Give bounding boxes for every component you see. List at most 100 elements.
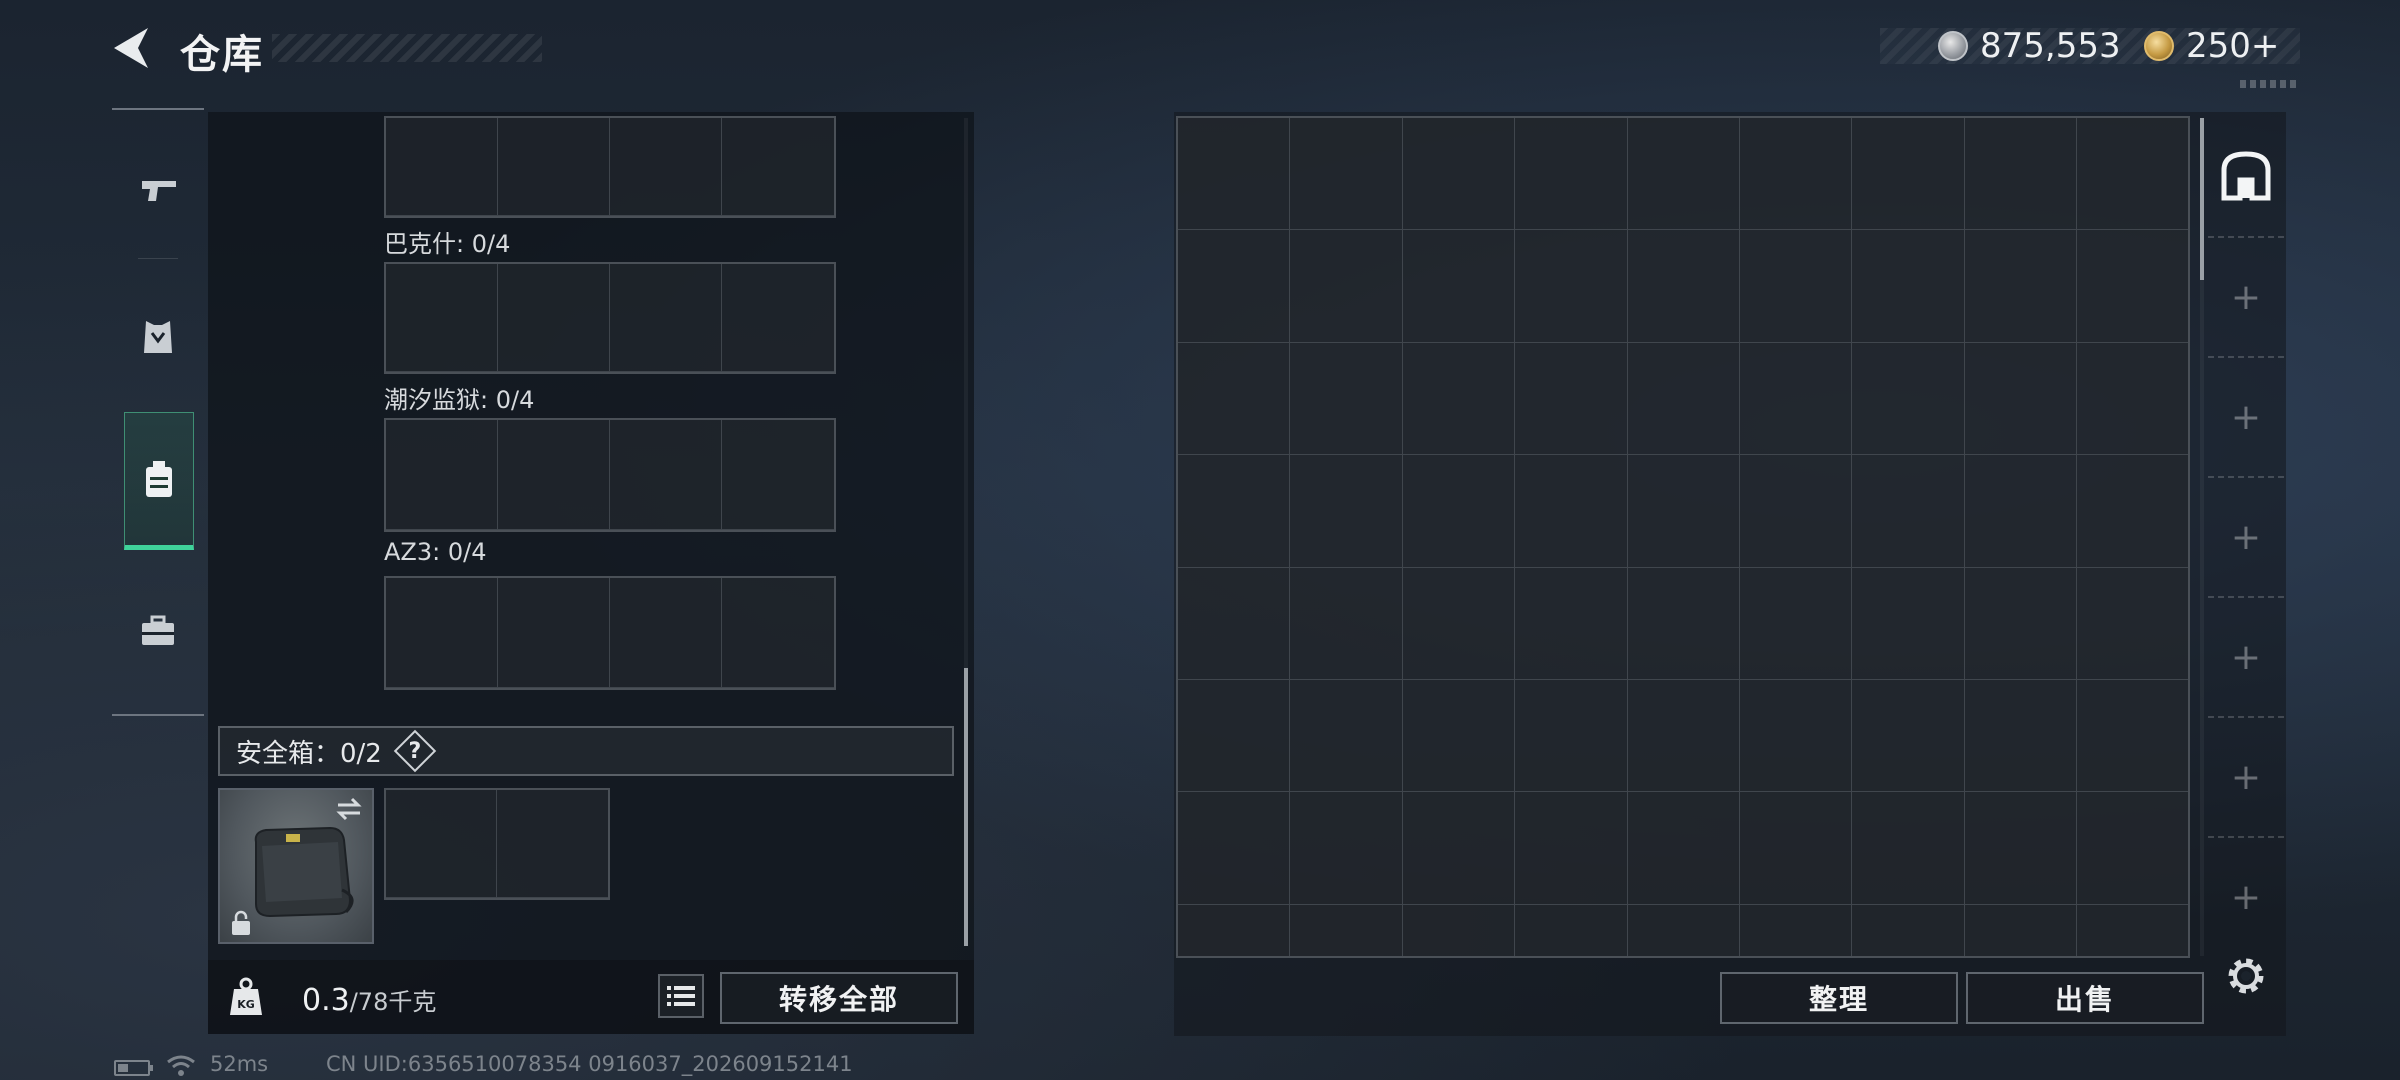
- storage-cell[interactable]: [1852, 904, 1965, 956]
- storage-cell[interactable]: [1515, 679, 1628, 793]
- storage-cell[interactable]: [1290, 792, 1403, 905]
- storage-cell[interactable]: [1628, 904, 1740, 956]
- storage-cell[interactable]: [1402, 230, 1516, 343]
- storage-cell[interactable]: [1178, 455, 1291, 568]
- tab-toolbox[interactable]: [112, 566, 204, 696]
- storage-cell[interactable]: [1852, 792, 1965, 905]
- storage-cell[interactable]: [1964, 230, 2078, 343]
- storage-cell[interactable]: [1515, 118, 1628, 231]
- storage-cell[interactable]: [1403, 904, 1516, 956]
- storage-cell[interactable]: [1739, 455, 1853, 568]
- storage-cell[interactable]: [1178, 679, 1291, 793]
- storage-cell[interactable]: [1964, 342, 2078, 456]
- storage-cell[interactable]: [1964, 118, 2078, 231]
- container-grid[interactable]: [384, 418, 836, 532]
- storage-cell[interactable]: [2077, 343, 2188, 456]
- help-button[interactable]: ?: [393, 729, 437, 773]
- storage-cell[interactable]: [1290, 455, 1403, 568]
- storage-cell[interactable]: [1739, 342, 1853, 456]
- transfer-all-button[interactable]: 转移全部: [720, 972, 958, 1024]
- list-view-button[interactable]: [658, 974, 704, 1018]
- add-storage-page[interactable]: +: [2208, 236, 2284, 356]
- storage-cell[interactable]: [1515, 230, 1628, 343]
- storage-cell[interactable]: [2077, 905, 2188, 956]
- storage-cell[interactable]: [1290, 342, 1403, 456]
- storage-cell[interactable]: [1964, 679, 2078, 793]
- storage-cell[interactable]: [1627, 230, 1740, 343]
- storage-cell[interactable]: [1402, 679, 1516, 793]
- storage-cell[interactable]: [1627, 567, 1740, 680]
- sell-button[interactable]: 出售: [1966, 972, 2204, 1024]
- storage-cell[interactable]: [1627, 118, 1740, 231]
- storage-cell[interactable]: [2077, 792, 2188, 905]
- storage-cell[interactable]: [1739, 230, 1853, 343]
- storage-cell[interactable]: [1964, 455, 2078, 568]
- tab-armor[interactable]: [112, 272, 204, 402]
- storage-cell[interactable]: [1852, 230, 1965, 343]
- storage-cell[interactable]: [2077, 680, 2188, 793]
- storage-cell[interactable]: [1852, 118, 1965, 231]
- organize-button[interactable]: 整理: [1720, 972, 1958, 1024]
- add-storage-page[interactable]: +: [2208, 356, 2284, 476]
- storage-cell[interactable]: [1964, 567, 2078, 680]
- storage-cell[interactable]: [1739, 567, 1853, 680]
- add-storage-page[interactable]: +: [2208, 836, 2284, 956]
- storage-cell[interactable]: [1515, 567, 1628, 680]
- storage-cell[interactable]: [1402, 792, 1516, 905]
- storage-cell[interactable]: [1739, 792, 1853, 905]
- storage-cell[interactable]: [1515, 792, 1628, 905]
- storage-cell[interactable]: [1515, 342, 1628, 456]
- storage-cell[interactable]: [1852, 342, 1965, 456]
- safe-case-item[interactable]: [218, 788, 374, 944]
- storage-cell[interactable]: [1402, 455, 1516, 568]
- storage-cell[interactable]: [1178, 230, 1291, 343]
- storage-cell[interactable]: [1627, 455, 1740, 568]
- storage-cell[interactable]: [1964, 792, 2078, 905]
- container-grid[interactable]: [384, 576, 836, 690]
- storage-cell[interactable]: [2077, 568, 2188, 680]
- back-arrow-icon[interactable]: [108, 24, 152, 72]
- storage-scroll-thumb[interactable]: [2200, 118, 2204, 280]
- storage-cell[interactable]: [1739, 118, 1853, 231]
- storage-cell[interactable]: [1290, 679, 1403, 793]
- storage-cell[interactable]: [1178, 792, 1291, 905]
- storage-cell[interactable]: [1402, 567, 1516, 680]
- tab-weapons[interactable]: [112, 124, 204, 254]
- add-storage-page[interactable]: +: [2208, 596, 2284, 716]
- storage-cell[interactable]: [2077, 230, 2188, 343]
- storage-cell[interactable]: [1290, 567, 1403, 680]
- container-grid[interactable]: [384, 262, 836, 374]
- storage-page-main[interactable]: [2208, 116, 2284, 236]
- storage-cell[interactable]: [1402, 342, 1516, 456]
- storage-cell[interactable]: [1290, 118, 1403, 231]
- storage-cell[interactable]: [1515, 904, 1628, 956]
- container-grid[interactable]: [384, 116, 836, 218]
- storage-cell[interactable]: [1178, 904, 1291, 956]
- gold-currency[interactable]: 250+: [2144, 26, 2279, 66]
- storage-cell[interactable]: [1627, 679, 1740, 793]
- storage-cell[interactable]: [1740, 904, 1853, 956]
- storage-cell[interactable]: [1290, 230, 1403, 343]
- storage-cell[interactable]: [1852, 679, 1965, 793]
- left-scroll-thumb[interactable]: [964, 668, 968, 946]
- storage-cell[interactable]: [1965, 904, 2078, 956]
- storage-cell[interactable]: [1627, 792, 1740, 905]
- storage-cell[interactable]: [1178, 342, 1291, 456]
- tab-backpack[interactable]: [124, 412, 194, 550]
- add-storage-page[interactable]: +: [2208, 716, 2284, 836]
- storage-cell[interactable]: [1178, 567, 1291, 680]
- storage-cell[interactable]: [1290, 904, 1403, 956]
- storage-cell[interactable]: [1178, 118, 1291, 231]
- storage-cell[interactable]: [2077, 455, 2188, 568]
- gear-icon[interactable]: [2224, 954, 2268, 998]
- swap-icon[interactable]: [334, 796, 364, 822]
- storage-cell[interactable]: [1852, 455, 1965, 568]
- storage-grid[interactable]: [1176, 116, 2190, 958]
- storage-cell[interactable]: [1627, 342, 1740, 456]
- storage-cell[interactable]: [1515, 455, 1628, 568]
- safe-box-grid[interactable]: [384, 788, 610, 900]
- add-storage-page[interactable]: +: [2208, 476, 2284, 596]
- storage-cell[interactable]: [1852, 567, 1965, 680]
- storage-cell[interactable]: [2077, 118, 2188, 231]
- storage-cell[interactable]: [1739, 679, 1853, 793]
